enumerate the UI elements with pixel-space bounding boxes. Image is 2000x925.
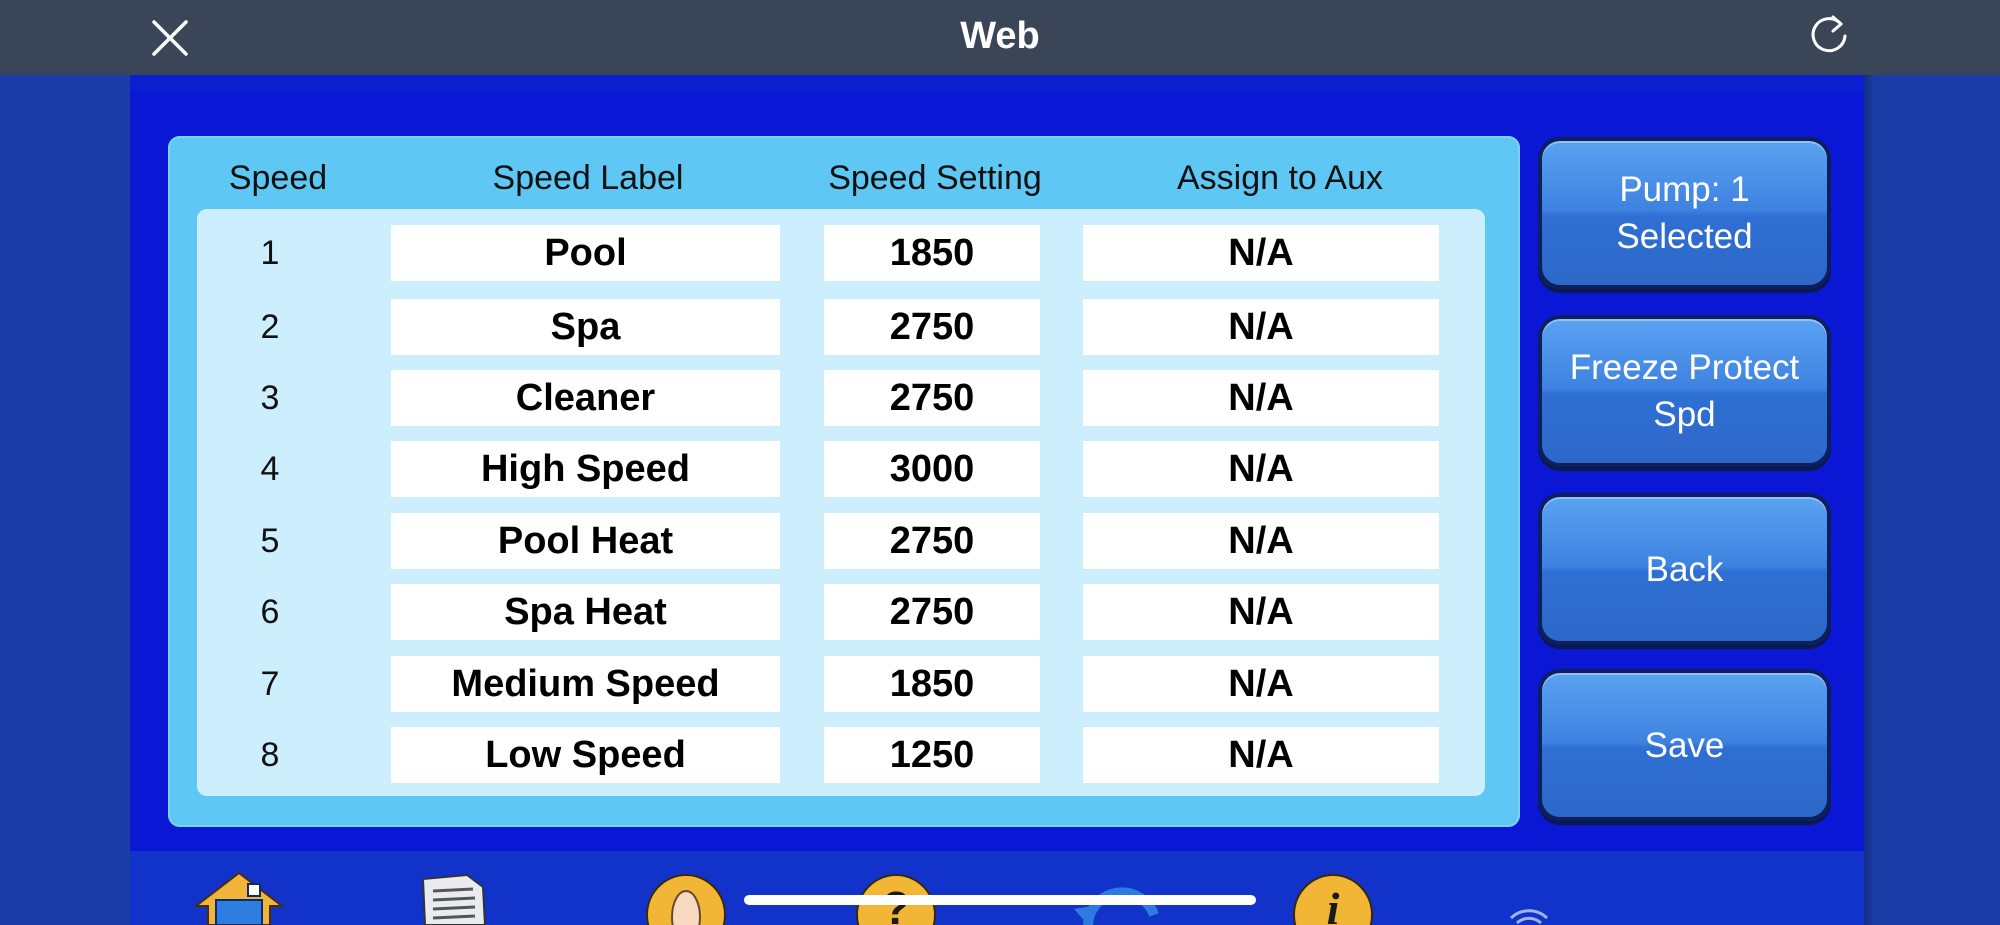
top-navigation-bar: Web — [0, 0, 2000, 75]
assign-aux-field[interactable]: N/A — [1083, 513, 1439, 569]
save-button[interactable]: Save — [1538, 669, 1831, 821]
pump-line-1: Pump: 1 — [1619, 170, 1750, 209]
speed-setting-field[interactable]: 3000 — [824, 441, 1040, 497]
header-speed-label: Speed Label — [492, 159, 684, 197]
speed-label-field[interactable]: Cleaner — [391, 370, 780, 426]
reload-icon[interactable] — [1806, 12, 1852, 58]
app-top-strip — [130, 75, 1864, 92]
speed-number: 1 — [260, 234, 280, 272]
header-assign-aux: Assign to Aux — [1176, 159, 1383, 197]
speed-number: 2 — [260, 308, 280, 346]
assign-aux-field[interactable]: N/A — [1083, 370, 1439, 426]
speed-setting-field[interactable]: 1850 — [824, 656, 1040, 712]
assign-aux-field[interactable]: N/A — [1083, 727, 1439, 783]
speed-setting-field[interactable]: 2750 — [824, 584, 1040, 640]
speed-number: 8 — [260, 736, 280, 774]
assign-aux-field[interactable]: N/A — [1083, 441, 1439, 497]
header-speed-setting: Speed Setting — [828, 159, 1042, 197]
speed-number: 3 — [260, 379, 280, 417]
speed-label-field[interactable]: Spa — [391, 299, 780, 355]
speed-setting-field[interactable]: 2750 — [824, 370, 1040, 426]
hand-icon[interactable] — [645, 873, 727, 925]
document-icon[interactable] — [415, 873, 490, 925]
assign-aux-field[interactable]: N/A — [1083, 225, 1439, 281]
page-title: Web — [960, 15, 1040, 57]
pump-line-2: Selected — [1616, 217, 1753, 256]
wifi-icon — [1505, 898, 1553, 925]
speed-label-field[interactable]: Pool Heat — [391, 513, 780, 569]
info-icon[interactable]: i — [1292, 872, 1374, 925]
assign-aux-field[interactable]: N/A — [1083, 299, 1439, 355]
speed-setting-field[interactable]: 1250 — [824, 727, 1040, 783]
speed-label-field[interactable]: Spa Heat — [391, 584, 780, 640]
bottom-toolbar — [130, 851, 1864, 925]
assign-aux-field[interactable]: N/A — [1083, 656, 1439, 712]
svg-text:i: i — [1327, 883, 1340, 925]
home-icon[interactable] — [190, 870, 288, 925]
home-indicator[interactable] — [744, 895, 1256, 905]
back-button[interactable]: Back — [1538, 493, 1831, 645]
speed-number: 7 — [260, 665, 280, 703]
pump-select-button[interactable]: Pump: 1 Selected — [1538, 137, 1831, 289]
speed-number: 4 — [260, 450, 280, 488]
background-left — [0, 75, 130, 925]
speed-number: 6 — [260, 593, 280, 631]
background-right — [1864, 75, 2000, 925]
speed-label-field[interactable]: Low Speed — [391, 727, 780, 783]
frame-shadow — [1864, 75, 1874, 925]
header-speed: Speed — [228, 159, 328, 197]
speed-setting-field[interactable]: 1850 — [824, 225, 1040, 281]
speed-number: 5 — [260, 522, 280, 560]
freeze-line-1: Freeze Protect — [1569, 348, 1800, 387]
freeze-protect-speed-button[interactable]: Freeze Protect Spd — [1538, 315, 1831, 467]
assign-aux-field[interactable]: N/A — [1083, 584, 1439, 640]
freeze-line-2: Spd — [1653, 395, 1716, 434]
speed-setting-field[interactable]: 2750 — [824, 299, 1040, 355]
back-label: Back — [1645, 549, 1724, 589]
speed-label-field[interactable]: Medium Speed — [391, 656, 780, 712]
speed-label-field[interactable]: Pool — [391, 225, 780, 281]
speed-setting-field[interactable]: 2750 — [824, 513, 1040, 569]
speed-label-field[interactable]: High Speed — [391, 441, 780, 497]
save-label: Save — [1644, 725, 1725, 765]
